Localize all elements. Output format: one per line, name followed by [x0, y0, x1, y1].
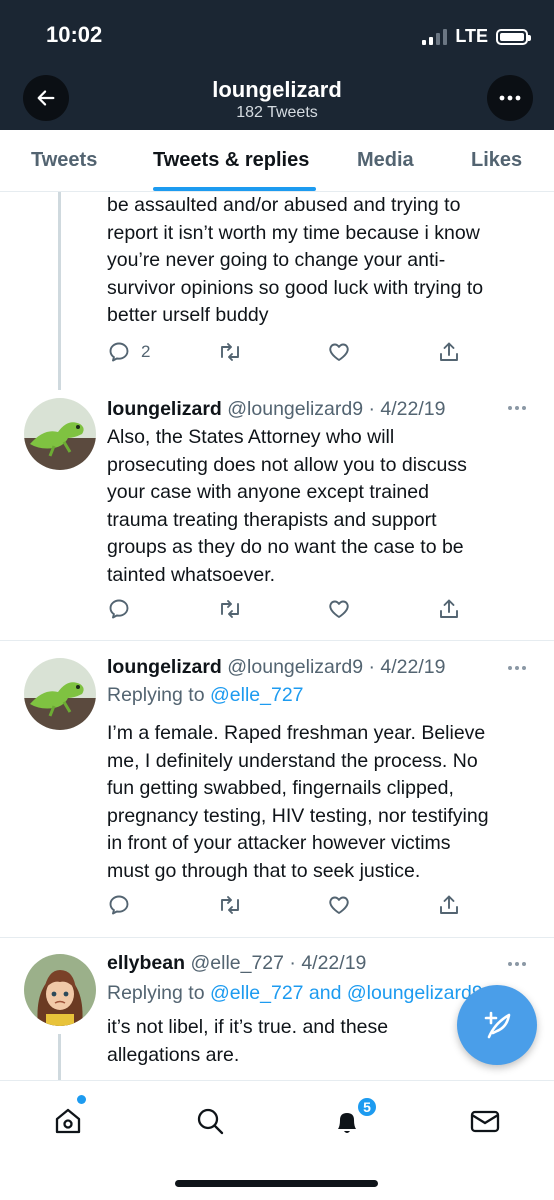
status-time: 10:02	[46, 22, 103, 47]
share-button[interactable]	[437, 597, 461, 621]
heart-icon	[329, 896, 349, 914]
signal-icon	[422, 28, 448, 45]
home-indicator	[175, 1180, 378, 1187]
cartoon-avatar-image	[24, 954, 96, 1026]
like-button[interactable]	[327, 893, 351, 917]
home-unread-dot	[77, 1095, 86, 1104]
reply-mention-link[interactable]: @elle_727 and @loungelizard9	[210, 982, 483, 1004]
profile-tabs: Tweets Tweets & replies Media Likes	[0, 130, 554, 192]
reply-icon	[109, 342, 129, 362]
avatar[interactable]	[24, 954, 96, 1026]
network-label: LTE	[455, 26, 488, 46]
share-icon	[440, 895, 458, 914]
tweet-divider	[0, 937, 554, 938]
feather-plus-icon	[484, 1011, 511, 1039]
reply-count: 2	[141, 342, 151, 361]
retweet-icon	[221, 600, 239, 618]
home-icon	[55, 1108, 81, 1134]
mail-icon	[470, 1110, 500, 1133]
reply-button[interactable]: 2	[107, 340, 150, 364]
avatar[interactable]	[24, 398, 96, 470]
notifications-badge: 5	[356, 1096, 378, 1118]
more-horizontal-icon	[499, 95, 521, 101]
lizard-avatar-image	[24, 658, 96, 730]
tweet-more-button[interactable]	[508, 962, 528, 968]
tweet-meta: ellybean @elle_727 · 4/22/19	[107, 952, 366, 975]
tweet-text: be assaulted and/or abused and trying to…	[107, 194, 484, 326]
author-handle-date: @loungelizard9 · 4/22/19	[227, 656, 446, 678]
author-handle-date: @loungelizard9 · 4/22/19	[227, 398, 446, 420]
tweet-text: Also, the States Attorney who will prose…	[107, 426, 467, 586]
nav-search[interactable]	[190, 1101, 230, 1141]
retweet-icon	[221, 343, 239, 361]
compose-tweet-button[interactable]	[457, 985, 537, 1065]
tweet-actions: 2	[107, 340, 467, 366]
share-icon	[440, 599, 458, 618]
author-name[interactable]: loungelizard	[107, 398, 222, 420]
retweet-icon	[221, 896, 239, 914]
tweet-more-button[interactable]	[508, 406, 528, 412]
replying-to: Replying to @elle_727	[107, 684, 304, 706]
active-tab-indicator	[153, 187, 316, 191]
share-icon	[440, 342, 458, 361]
share-button[interactable]	[437, 893, 461, 917]
tweet-actions	[107, 597, 467, 623]
author-name[interactable]: loungelizard	[107, 656, 222, 678]
retweet-button[interactable]	[217, 340, 243, 364]
share-button[interactable]	[437, 340, 461, 364]
tab-media[interactable]: Media	[357, 149, 414, 172]
tab-tweets-replies[interactable]: Tweets & replies	[153, 149, 309, 172]
tweet-feed[interactable]: be assaulted and/or abused and trying to…	[0, 192, 554, 1080]
avatar[interactable]	[24, 658, 96, 730]
reply-button[interactable]	[107, 597, 131, 621]
nav-home[interactable]	[48, 1101, 88, 1141]
tweet-divider	[0, 640, 554, 641]
retweet-button[interactable]	[217, 893, 243, 917]
tweet-meta: loungelizard @loungelizard9 · 4/22/19	[107, 398, 445, 421]
tweet-text: I’m a female. Raped freshman year. Belie…	[107, 722, 489, 882]
battery-icon	[496, 28, 531, 45]
tweet-actions	[107, 893, 467, 919]
like-button[interactable]	[327, 597, 351, 621]
like-button[interactable]	[327, 340, 351, 364]
tweet-more-button[interactable]	[508, 666, 528, 672]
author-name[interactable]: ellybean	[107, 952, 185, 974]
reply-button[interactable]	[107, 893, 131, 917]
thread-line	[58, 1034, 61, 1080]
tweet-meta: loungelizard @loungelizard9 · 4/22/19	[107, 656, 445, 679]
profile-name: loungelizard	[212, 77, 342, 102]
tab-tweets[interactable]: Tweets	[31, 149, 97, 172]
status-indicators: LTE	[422, 26, 531, 47]
retweet-button[interactable]	[217, 597, 243, 621]
thread-line	[58, 192, 61, 390]
reply-mention-link[interactable]: @elle_727	[210, 684, 304, 706]
author-handle-date: @elle_727 · 4/22/19	[190, 952, 367, 974]
tab-likes[interactable]: Likes	[471, 149, 522, 172]
more-options-button[interactable]	[487, 75, 533, 121]
reply-icon	[109, 895, 129, 915]
profile-header: 10:02 LTE loungelizard 182 Tweets	[0, 0, 554, 130]
search-icon	[197, 1108, 224, 1135]
heart-icon	[329, 600, 349, 618]
heart-icon	[329, 343, 349, 361]
nav-messages[interactable]	[465, 1101, 505, 1141]
replying-to: Replying to @elle_727 and @loungelizard9	[107, 982, 483, 1004]
reply-icon	[109, 599, 129, 619]
tweet-count: 182 Tweets	[236, 104, 318, 121]
lizard-avatar-image	[24, 398, 96, 470]
